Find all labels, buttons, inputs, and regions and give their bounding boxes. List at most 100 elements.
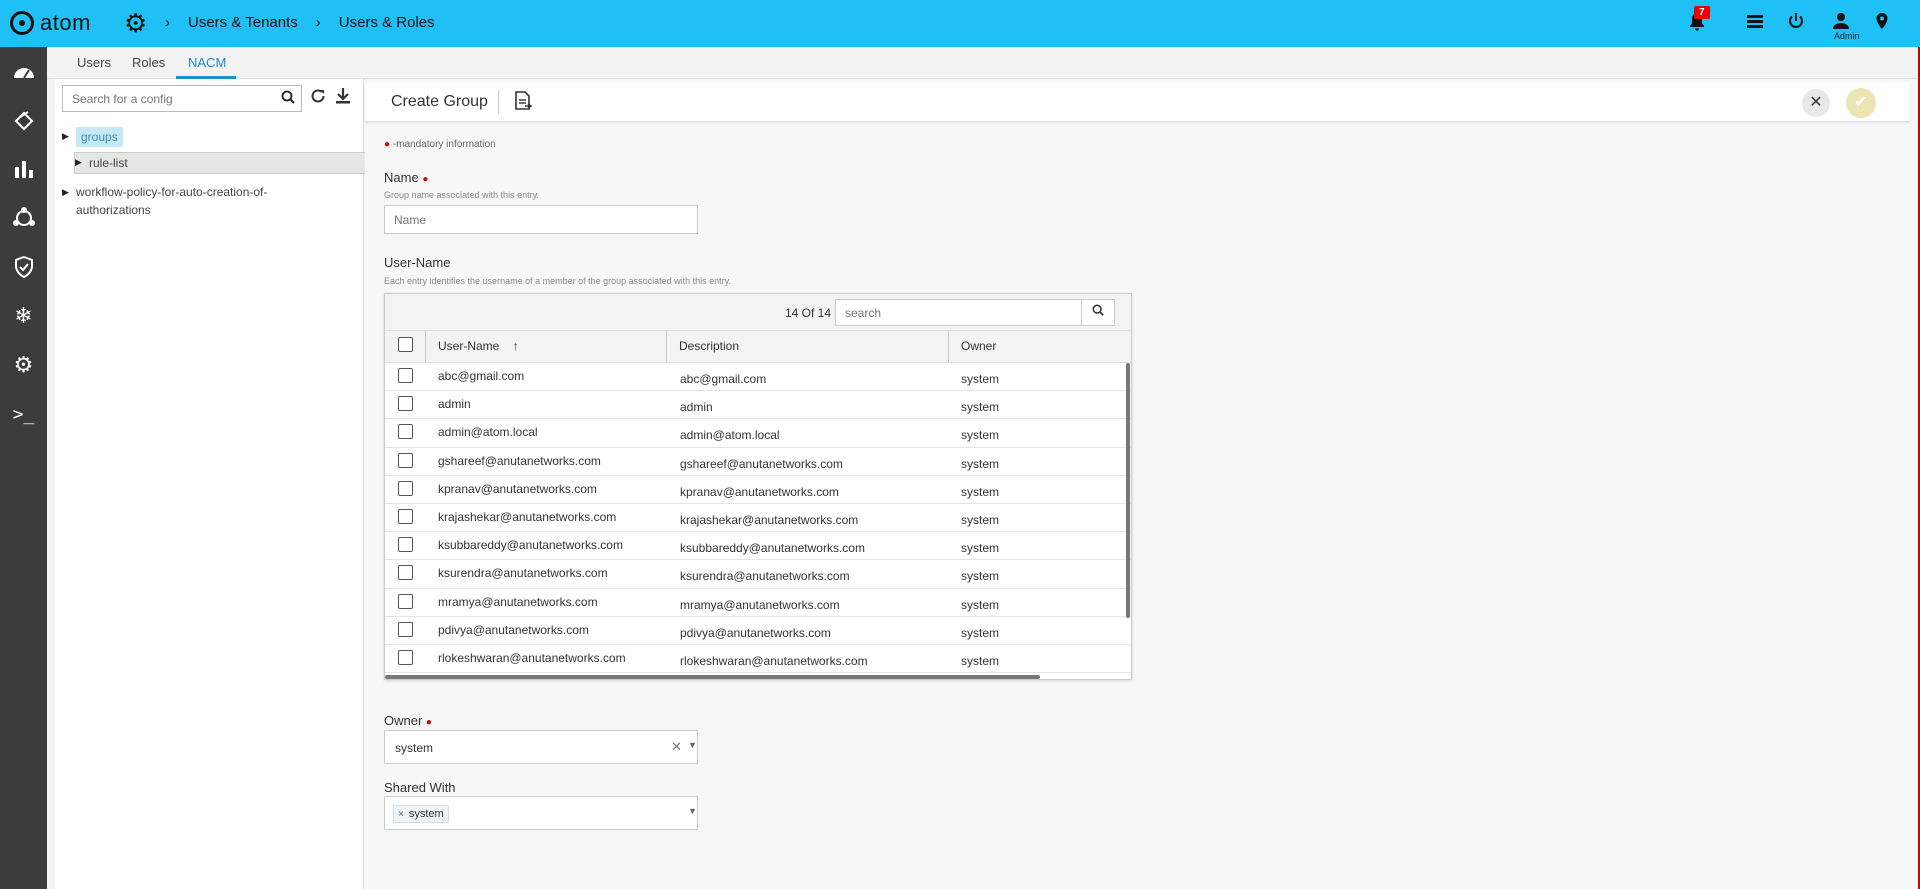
name-input[interactable] [385, 206, 697, 233]
form-header: Create Group ✕ ✔ [365, 82, 1910, 122]
shared-with-select[interactable]: × system ▼ [384, 796, 698, 830]
tree-item-workflow-policy[interactable]: ▶ workflow-policy-for-auto-creation-of-a… [62, 183, 358, 219]
location-pin-icon[interactable] [1875, 12, 1889, 36]
tab-roles[interactable]: Roles [132, 55, 165, 70]
cell-description: admin [680, 400, 713, 415]
row-checkbox[interactable] [398, 480, 413, 496]
required-dot-icon: ● [384, 139, 391, 150]
table-row[interactable]: kpranav@anutanetworks.com kpranav@anutan… [385, 476, 1131, 504]
row-checkbox[interactable] [398, 537, 413, 553]
settings-gear-icon[interactable]: ⚙ [124, 10, 147, 36]
dashboard-icon[interactable] [0, 52, 47, 92]
cell-user-name: ksubbareddy@anutanetworks.com [438, 538, 623, 553]
owner-selected-value: system [395, 741, 434, 755]
search-icon[interactable] [1081, 300, 1114, 325]
clear-icon[interactable]: ✕ [671, 739, 682, 755]
grid-vertical-scrollbar[interactable] [1126, 363, 1130, 618]
tab-users[interactable]: Users [77, 55, 111, 70]
config-search-input[interactable] [63, 86, 263, 111]
table-row[interactable]: admin@atom.local admin@atom.local system [385, 419, 1131, 448]
cell-owner: system [961, 625, 1000, 640]
name-field [384, 205, 698, 234]
bar-chart-icon[interactable] [0, 149, 47, 189]
save-button[interactable]: ✔ [1846, 88, 1876, 118]
left-navigation: ❄ ⚙ >_ [0, 47, 47, 889]
row-checkbox[interactable] [398, 565, 413, 581]
cell-description: abc@gmail.com [680, 372, 767, 386]
row-checkbox[interactable] [398, 649, 413, 665]
cell-owner: system [961, 653, 1000, 668]
table-row[interactable]: mramya@anutanetworks.com mramya@anutanet… [385, 589, 1131, 617]
cell-description: kpranav@anutanetworks.com [680, 484, 839, 499]
column-header-user-name[interactable]: User-Name ↑ [426, 331, 666, 362]
owner-select[interactable]: system ✕ ▼ [384, 730, 698, 764]
download-icon[interactable] [335, 87, 351, 110]
table-row[interactable]: ksurendra@anutanetworks.com ksurendra@an… [385, 560, 1131, 589]
cell-description: gshareef@anutanetworks.com [680, 456, 843, 471]
table-row[interactable]: gshareef@anutanetworks.com gshareef@anut… [385, 448, 1131, 476]
network-icon[interactable] [0, 198, 47, 238]
config-tree-panel: ▶ groups ▶ rule-list ▶ workflow-policy-f… [55, 79, 388, 889]
row-checkbox[interactable] [398, 396, 413, 412]
column-header-owner[interactable]: Owner [949, 331, 996, 362]
grid-horizontal-scrollbar[interactable] [385, 675, 1040, 679]
app-logo[interactable]: atom [10, 10, 91, 36]
tree-item-groups[interactable]: ▶ groups [62, 127, 358, 149]
tree-item-label: workflow-policy-for-auto-creation-of-aut… [76, 185, 268, 217]
grid-search-input[interactable] [836, 300, 1081, 325]
devices-icon[interactable] [0, 100, 47, 140]
table-row[interactable]: abc@gmail.com abc@gmail.com system [385, 363, 1131, 392]
check-icon: ✔ [1854, 94, 1868, 111]
snowflake-icon[interactable]: ❄ [0, 296, 47, 336]
expand-arrow-icon[interactable]: ▶ [62, 127, 76, 142]
grid-toolbar: 14 Of 14 [385, 294, 1131, 330]
name-label-text: Name [384, 170, 419, 185]
cell-description: mramya@anutanetworks.com [680, 597, 840, 612]
row-checkbox[interactable] [398, 621, 413, 637]
expand-arrow-icon[interactable]: ▶ [62, 183, 76, 198]
table-row[interactable]: pdivya@anutanetworks.com pdivya@anutanet… [385, 617, 1131, 645]
row-checkbox[interactable] [398, 593, 413, 609]
row-checkbox[interactable] [398, 424, 413, 440]
cell-user-name: mramya@anutanetworks.com [438, 594, 598, 609]
refresh-icon[interactable] [309, 87, 327, 110]
table-row[interactable]: krajashekar@anutanetworks.com krajasheka… [385, 504, 1131, 533]
shield-check-icon[interactable] [0, 247, 47, 287]
chevron-down-icon[interactable]: ▼ [688, 806, 697, 816]
table-row[interactable]: rlokeshwaran@anutanetworks.com rlokeshwa… [385, 645, 1131, 674]
breadcrumb: › Users & Tenants › Users & Roles [165, 14, 435, 31]
cell-owner: system [961, 400, 1000, 415]
terminal-icon[interactable]: >_ [0, 394, 47, 434]
mandatory-note-text: -mandatory information [392, 139, 496, 150]
select-all-checkbox[interactable] [398, 337, 413, 352]
sort-arrow-up-icon[interactable]: ↑ [513, 339, 519, 353]
cell-owner: system [961, 456, 1000, 471]
cell-user-name: pdivya@anutanetworks.com [438, 622, 589, 637]
gear-icon[interactable]: ⚙ [0, 345, 47, 385]
power-icon[interactable] [1787, 12, 1805, 36]
cell-description: ksubbareddy@anutanetworks.com [680, 541, 865, 556]
cell-user-name: admin@atom.local [438, 425, 538, 440]
table-row[interactable]: admin admin system [385, 391, 1131, 420]
breadcrumb-item-users-tenants[interactable]: Users & Tenants [188, 14, 298, 31]
close-button[interactable]: ✕ [1802, 89, 1830, 117]
row-checkbox[interactable] [398, 508, 413, 524]
column-header-description[interactable]: Description [667, 331, 739, 362]
row-checkbox[interactable] [398, 452, 413, 468]
tab-nacm[interactable]: NACM [188, 55, 226, 70]
tree-item-rule-list[interactable]: ▶ rule-list [74, 152, 388, 174]
search-icon[interactable] [281, 90, 295, 107]
cell-description: krajashekar@anutanetworks.com [680, 512, 859, 527]
top-bar: atom ⚙ › Users & Tenants › Users & Roles… [0, 0, 1920, 47]
list-icon[interactable] [1746, 12, 1764, 36]
mandatory-note: ● -mandatory information [384, 139, 496, 150]
row-checkbox[interactable] [398, 368, 413, 383]
expand-arrow-icon[interactable]: ▶ [75, 156, 89, 168]
name-field-label: Name ● [384, 170, 428, 185]
chevron-down-icon[interactable]: ▼ [688, 740, 697, 750]
document-icon[interactable] [513, 91, 533, 116]
chip-remove-icon[interactable]: × [398, 809, 404, 820]
table-row[interactable]: ksubbareddy@anutanetworks.com ksubbaredd… [385, 532, 1131, 561]
breadcrumb-item-users-roles[interactable]: Users & Roles [339, 14, 435, 31]
owner-field-label: Owner ● [384, 713, 432, 728]
